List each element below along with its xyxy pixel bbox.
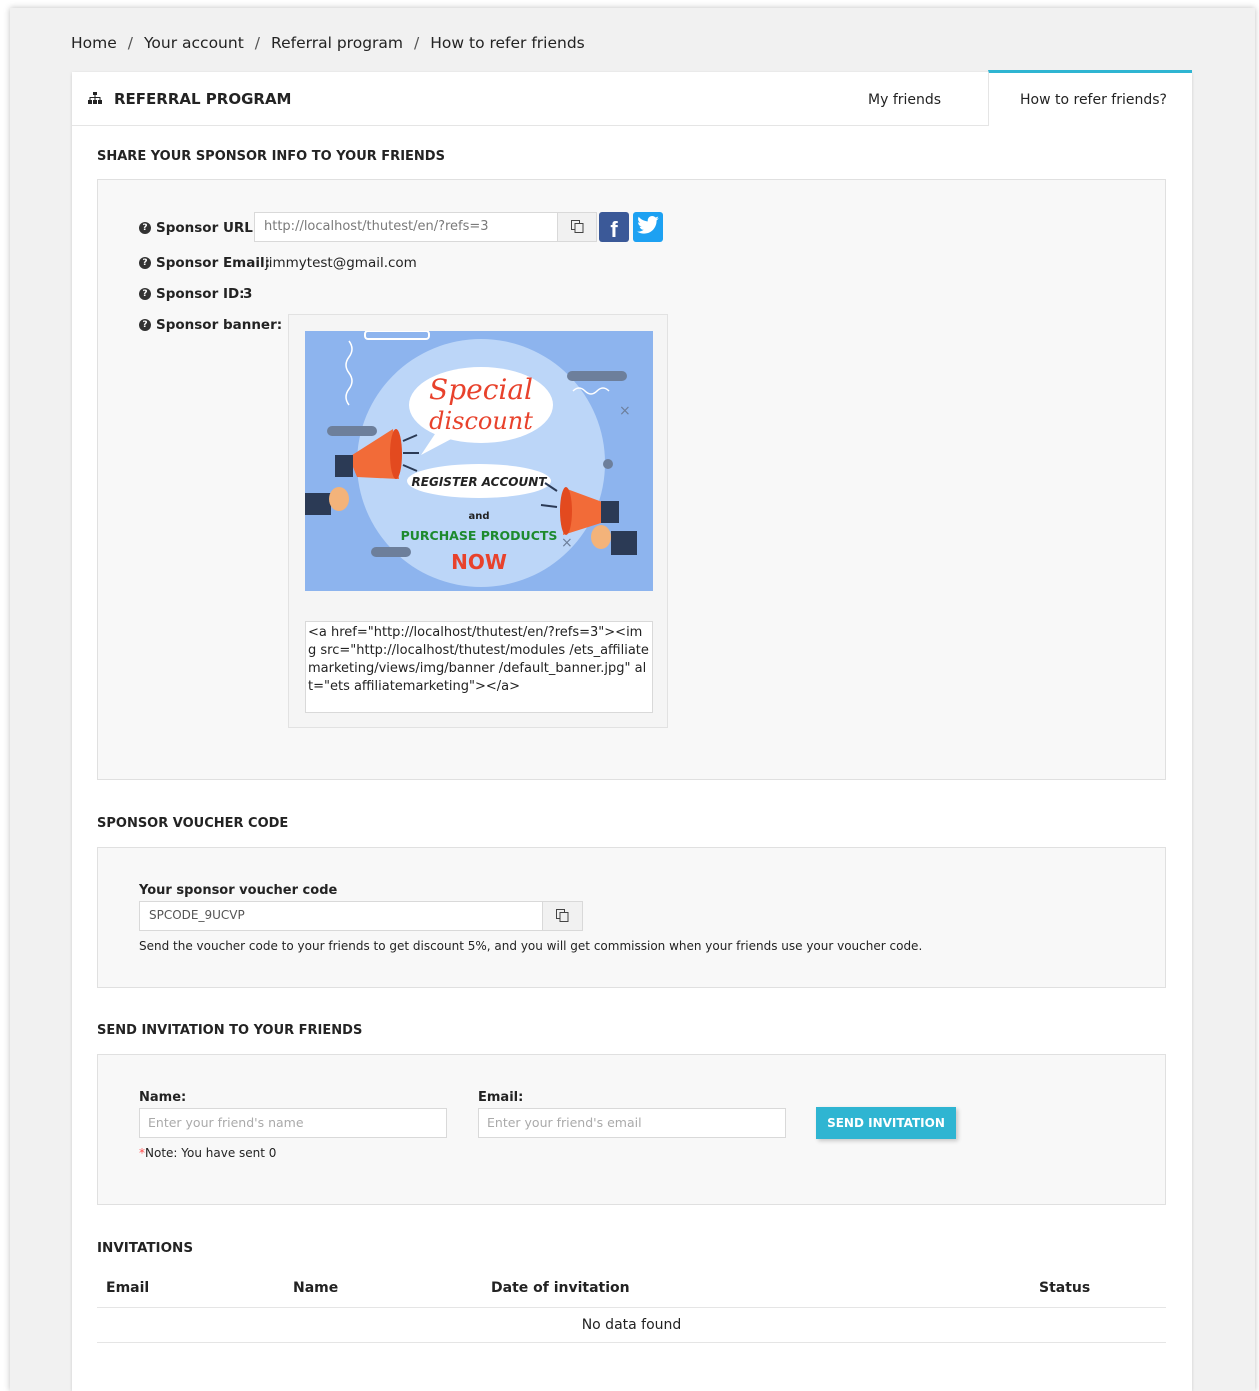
banner-special-text: Special (429, 373, 533, 406)
sitemap-icon (88, 90, 102, 108)
referral-card: REFERRAL PROGRAM My friends How to refer… (72, 70, 1192, 1391)
invitations-table: Email Name Date of invitation Status No … (97, 1270, 1166, 1343)
sponsor-id-label: Sponsor ID: (156, 286, 245, 302)
tab-my-friends[interactable]: My friends (868, 92, 941, 108)
question-icon: ? (139, 288, 151, 300)
voucher-box: Your sponsor voucher code SPCODE_9UCVP S… (97, 847, 1166, 988)
page-frame: Home / Your account / Referral program /… (10, 8, 1255, 1391)
facebook-share-button[interactable]: f (599, 212, 629, 242)
column-date: Date of invitation (482, 1270, 1030, 1308)
sponsor-id-value: 3 (243, 286, 253, 302)
breadcrumb-home[interactable]: Home (71, 34, 117, 52)
copy-url-button[interactable] (557, 212, 597, 242)
card-header: REFERRAL PROGRAM My friends How to refer… (72, 70, 1192, 126)
voucher-description: Send the voucher code to your friends to… (139, 939, 923, 953)
breadcrumb: Home / Your account / Referral program /… (71, 34, 585, 52)
banner-and-text: and (468, 511, 489, 522)
banner-container: × × Special discount REGISTER ACCOUNT an… (288, 314, 668, 728)
voucher-section-title: SPONSOR VOUCHER CODE (97, 816, 289, 831)
svg-text:×: × (619, 403, 631, 419)
breadcrumb-your-account[interactable]: Your account (144, 34, 244, 52)
column-name: Name (284, 1270, 482, 1308)
table-header-row: Email Name Date of invitation Status (97, 1270, 1166, 1308)
invite-section-title: SEND INVITATION TO YOUR FRIENDS (97, 1023, 363, 1038)
email-label: Email: (478, 1090, 524, 1105)
banner-embed-code[interactable]: <a href="http://localhost/thutest/en/?re… (305, 621, 653, 713)
banner-register-text: REGISTER ACCOUNT (412, 475, 548, 489)
copy-icon (556, 907, 569, 926)
sponsor-url-label: Sponsor URL: (156, 220, 259, 236)
friend-email-input[interactable]: Enter your friend's email (478, 1108, 786, 1138)
friend-name-input[interactable]: Enter your friend's name (139, 1108, 447, 1138)
svg-text:×: × (561, 535, 573, 551)
copy-voucher-button[interactable] (542, 901, 583, 931)
column-email: Email (97, 1270, 284, 1308)
invite-note-text: Note: You have sent 0 (145, 1146, 277, 1160)
share-box: ? Sponsor URL: http://localhost/thutest/… (97, 179, 1166, 780)
breadcrumb-current: How to refer friends (430, 34, 585, 52)
question-icon: ? (139, 319, 151, 331)
voucher-code-label: Your sponsor voucher code (139, 883, 338, 898)
column-status: Status (1030, 1270, 1166, 1308)
share-section-title: SHARE YOUR SPONSOR INFO TO YOUR FRIENDS (97, 149, 445, 164)
facebook-icon: f (610, 216, 618, 242)
invite-note: *Note: You have sent 0 (139, 1146, 276, 1160)
question-icon: ? (139, 222, 151, 234)
copy-icon (570, 218, 584, 237)
send-invitation-button[interactable]: SEND INVITATION (816, 1107, 956, 1139)
sponsor-banner-image[interactable]: × × Special discount REGISTER ACCOUNT an… (305, 331, 653, 591)
breadcrumb-referral-program[interactable]: Referral program (271, 34, 403, 52)
sponsor-email-value: jimmytest@gmail.com (265, 255, 417, 271)
invite-box: Name: Enter your friend's name Email: En… (97, 1054, 1166, 1205)
tab-how-to-refer[interactable]: How to refer friends? (988, 70, 1192, 126)
sponsor-url-input[interactable]: http://localhost/thutest/en/?refs=3 (254, 212, 558, 242)
twitter-share-button[interactable] (633, 212, 663, 242)
twitter-icon (637, 216, 659, 238)
empty-table-message: No data found (97, 1307, 1166, 1343)
sponsor-email-label: Sponsor Email: (156, 255, 270, 271)
banner-now-text: NOW (451, 550, 507, 574)
question-icon: ? (139, 257, 151, 269)
banner-discount-text: discount (429, 407, 533, 435)
voucher-code-input[interactable]: SPCODE_9UCVP (139, 901, 543, 931)
page-title: REFERRAL PROGRAM (114, 90, 292, 108)
name-label: Name: (139, 1090, 187, 1105)
sponsor-banner-label: Sponsor banner: (156, 317, 283, 333)
invitations-section-title: INVITATIONS (97, 1240, 194, 1256)
table-row: No data found (97, 1307, 1166, 1343)
banner-purchase-text: PURCHASE PRODUCTS (401, 528, 558, 543)
